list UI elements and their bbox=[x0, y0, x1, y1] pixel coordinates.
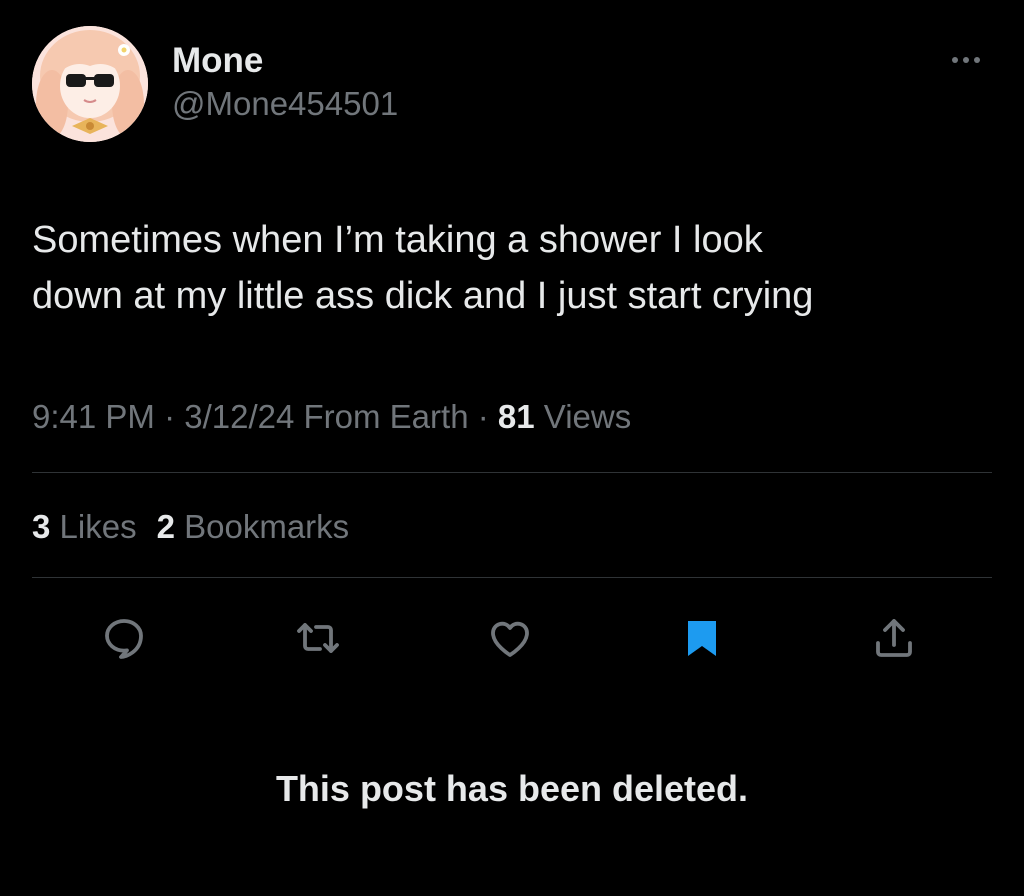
post-text-line: Sometimes when I’m taking a shower I loo… bbox=[32, 219, 763, 261]
views-count: 81 bbox=[497, 398, 535, 435]
author-names: Mone @Mone454501 bbox=[172, 40, 398, 124]
post-header: Mone @Mone454501 bbox=[32, 26, 992, 146]
avatar-image bbox=[32, 26, 148, 142]
bookmarks-count: 2 bbox=[156, 508, 175, 545]
bookmarks-stat[interactable]: 2 Bookmarks bbox=[157, 504, 350, 550]
post-stats: 3 Likes 2 Bookmarks bbox=[32, 504, 369, 550]
bookmark-button[interactable] bbox=[674, 610, 730, 666]
more-options-button[interactable] bbox=[944, 48, 988, 72]
meta-separator: · bbox=[154, 398, 185, 435]
display-name[interactable]: Mone bbox=[172, 40, 398, 82]
meta-separator: · bbox=[468, 398, 498, 435]
bookmark-icon bbox=[688, 621, 716, 656]
avatar[interactable] bbox=[32, 26, 148, 142]
share-button[interactable] bbox=[866, 610, 922, 666]
post-text-line: down at my little ass dick and I just st… bbox=[32, 275, 814, 317]
repost-button[interactable] bbox=[290, 610, 346, 666]
like-icon bbox=[491, 621, 529, 657]
repost-icon bbox=[297, 623, 339, 653]
post-text: Sometimes when I’m taking a shower I loo… bbox=[32, 212, 992, 324]
action-bar bbox=[0, 610, 1024, 666]
likes-label: Likes bbox=[59, 508, 137, 545]
more-dot-icon bbox=[963, 57, 969, 63]
bookmarks-label: Bookmarks bbox=[184, 508, 350, 545]
user-handle[interactable]: @Mone454501 bbox=[172, 84, 398, 124]
post-meta: 9:41 PM · 3/12/24 From Earth · 81 Views bbox=[32, 394, 631, 440]
post-time[interactable]: 9:41 PM bbox=[32, 398, 155, 435]
post-detail: Mone @Mone454501 Sometimes when I’m taki… bbox=[0, 0, 1024, 896]
like-button[interactable] bbox=[482, 610, 538, 666]
share-icon bbox=[876, 619, 912, 657]
reply-icon bbox=[105, 619, 143, 659]
deleted-notice: This post has been deleted. bbox=[275, 768, 749, 809]
more-dot-icon bbox=[974, 57, 980, 63]
divider bbox=[32, 577, 992, 578]
post-date[interactable]: 3/12/24 bbox=[184, 398, 294, 435]
likes-stat[interactable]: 3 Likes bbox=[32, 504, 137, 550]
post-source: From Earth bbox=[303, 398, 469, 435]
more-dot-icon bbox=[952, 57, 958, 63]
views-label: Views bbox=[543, 398, 632, 435]
likes-count: 3 bbox=[32, 508, 51, 545]
divider bbox=[32, 472, 992, 473]
reply-button[interactable] bbox=[96, 610, 152, 666]
